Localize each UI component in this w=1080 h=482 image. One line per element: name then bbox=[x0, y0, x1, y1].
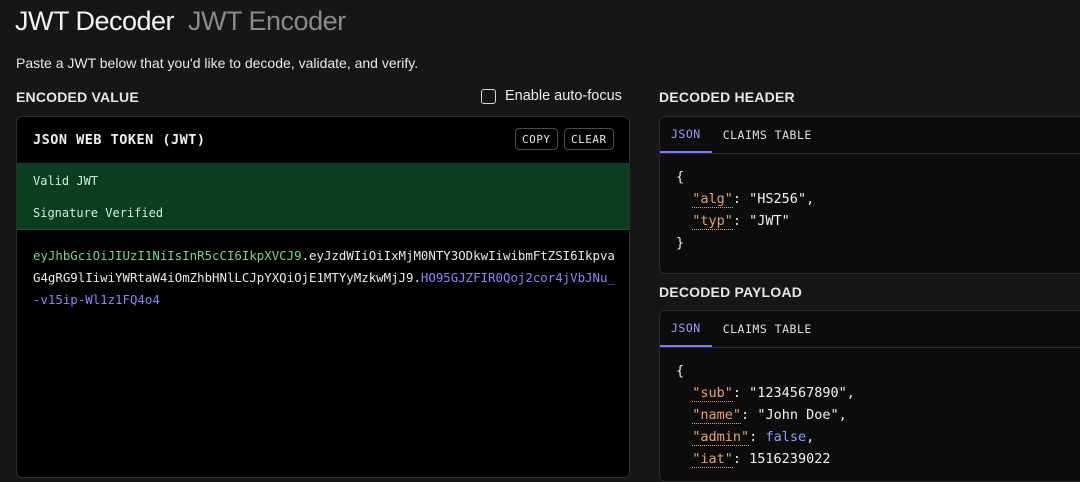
json-line: "alg": "HS256", bbox=[692, 191, 815, 208]
tab-payload-claims-table[interactable]: CLAIMS TABLE bbox=[712, 311, 823, 347]
json-line: } bbox=[676, 232, 1080, 254]
json-value: "1234567890" bbox=[749, 385, 847, 401]
valid-jwt-status: Valid JWT bbox=[33, 174, 99, 188]
tab-header-json[interactable]: JSON bbox=[660, 117, 712, 153]
decoded-header-json: { "alg": "HS256", "typ": "JWT" } bbox=[660, 154, 1080, 254]
tab-payload-json[interactable]: JSON bbox=[660, 311, 712, 347]
decoded-payload-label: DECODED PAYLOAD bbox=[659, 284, 803, 300]
tab-header-claims-table[interactable]: CLAIMS TABLE bbox=[712, 117, 823, 153]
encoded-panel-title: JSON WEB TOKEN (JWT) bbox=[33, 132, 206, 148]
decoded-payload-card: JSON CLAIMS TABLE { "sub": "1234567890",… bbox=[659, 310, 1080, 482]
json-line: "admin": false, bbox=[692, 429, 815, 446]
json-key[interactable]: "admin" bbox=[692, 429, 750, 446]
tab-jwt-decoder[interactable]: JWT Decoder bbox=[15, 6, 175, 37]
token-dot: . bbox=[413, 270, 421, 285]
json-key[interactable]: "name" bbox=[692, 407, 742, 424]
json-line: "name": "John Doe", bbox=[692, 407, 847, 424]
decoded-payload-tabs: JSON CLAIMS TABLE bbox=[660, 311, 1080, 348]
autofocus-toggle[interactable]: Enable auto-focus bbox=[481, 88, 622, 104]
json-key[interactable]: "sub" bbox=[692, 385, 733, 402]
tab-jwt-encoder[interactable]: JWT Encoder bbox=[188, 6, 346, 37]
signature-verified-status: Signature Verified bbox=[33, 206, 164, 220]
clear-button[interactable]: CLEAR bbox=[564, 128, 614, 150]
validation-status-box: Valid JWT Signature Verified bbox=[17, 164, 629, 230]
json-line: { bbox=[676, 166, 1080, 188]
page-subtitle: Paste a JWT below that you'd like to dec… bbox=[16, 55, 419, 71]
top-tabs: JWT Decoder JWT Encoder bbox=[15, 6, 346, 37]
json-value: false bbox=[765, 429, 807, 445]
autofocus-label: Enable auto-focus bbox=[505, 88, 622, 104]
json-key[interactable]: "iat" bbox=[692, 451, 733, 468]
open-brace: { bbox=[676, 363, 685, 379]
json-line: "iat": 1516239022 bbox=[692, 451, 831, 468]
json-line: { bbox=[676, 360, 1080, 382]
json-value: "HS256" bbox=[749, 191, 807, 207]
decoded-payload-json: { "sub": "1234567890", "name": "John Doe… bbox=[660, 348, 1080, 470]
json-key[interactable]: "alg" bbox=[692, 191, 733, 208]
open-brace: { bbox=[676, 169, 685, 185]
json-line: "sub": "1234567890", bbox=[692, 385, 855, 402]
json-value: "JWT" bbox=[749, 213, 790, 229]
encoded-panel-header: JSON WEB TOKEN (JWT) COPY CLEAR bbox=[17, 117, 629, 164]
encoded-value-label: ENCODED VALUE bbox=[16, 89, 139, 105]
copy-button[interactable]: COPY bbox=[515, 128, 558, 150]
encoded-panel: JSON WEB TOKEN (JWT) COPY CLEAR Valid JW… bbox=[16, 116, 630, 478]
token-dot: . bbox=[301, 248, 310, 263]
decoded-header-tabs: JSON CLAIMS TABLE bbox=[660, 117, 1080, 154]
json-value: "John Doe" bbox=[757, 407, 839, 423]
decoded-header-label: DECODED HEADER bbox=[659, 89, 795, 105]
autofocus-checkbox[interactable] bbox=[481, 88, 496, 104]
json-key[interactable]: "typ" bbox=[692, 213, 733, 230]
token-header-segment: eyJhbGciOiJIUzI1NiIsInR5cCI6IkpXVCJ9 bbox=[33, 248, 302, 263]
json-line: "typ": "JWT" bbox=[692, 213, 790, 230]
json-value: 1516239022 bbox=[749, 451, 831, 467]
close-brace: } bbox=[676, 235, 685, 251]
jwt-token-input[interactable]: eyJhbGciOiJIUzI1NiIsInR5cCI6IkpXVCJ9.eyJ… bbox=[33, 245, 618, 311]
decoded-header-card: JSON CLAIMS TABLE { "alg": "HS256", "typ… bbox=[659, 116, 1080, 274]
